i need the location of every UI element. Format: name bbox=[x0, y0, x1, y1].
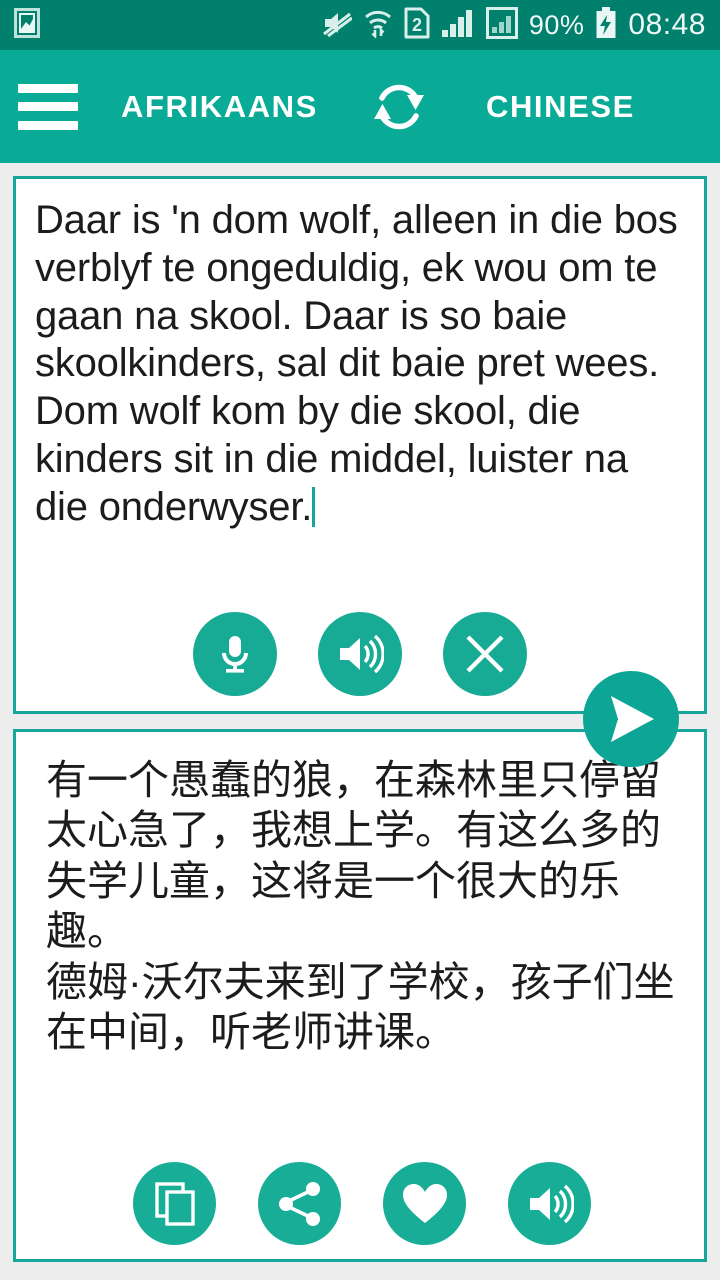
battery-percent: 90% bbox=[528, 9, 585, 40]
clear-source-button[interactable] bbox=[443, 612, 527, 696]
sim-label: 2 bbox=[412, 15, 422, 35]
hamburger-menu-icon[interactable] bbox=[18, 83, 78, 130]
source-text-value: Daar is 'n dom wolf, alleen in die bos v… bbox=[35, 198, 678, 529]
signal-bars-icon bbox=[441, 8, 475, 43]
hamburger-bar-3 bbox=[18, 120, 78, 130]
charging-bolt-icon bbox=[595, 6, 617, 44]
sim2-icon: 2 bbox=[404, 7, 430, 44]
share-button[interactable] bbox=[258, 1162, 341, 1245]
text-caret bbox=[312, 486, 316, 527]
status-bar-right-icons: 2 90% 08:48 bbox=[322, 6, 706, 44]
screenshot-image-icon bbox=[14, 7, 40, 43]
source-action-row bbox=[193, 612, 527, 696]
source-language-selector[interactable]: AFRIKAANS bbox=[121, 89, 318, 125]
speak-target-button[interactable] bbox=[508, 1162, 591, 1245]
app-bar: AFRIKAANS CHINESE bbox=[0, 50, 720, 163]
speak-source-button[interactable] bbox=[318, 612, 402, 696]
hamburger-bar-1 bbox=[18, 83, 78, 93]
favorite-button[interactable] bbox=[383, 1162, 466, 1245]
status-bar: 2 90% 08:48 bbox=[0, 0, 720, 50]
status-bar-left-icons bbox=[14, 7, 40, 43]
target-language-selector[interactable]: CHINESE bbox=[486, 89, 635, 125]
target-action-row bbox=[133, 1162, 591, 1245]
copy-button[interactable] bbox=[133, 1162, 216, 1245]
status-bar-clock: 08:48 bbox=[628, 8, 706, 41]
signal-bars-2-icon bbox=[485, 6, 518, 44]
mute-icon bbox=[322, 9, 353, 42]
source-text-input[interactable]: Daar is 'n dom wolf, alleen in die bos v… bbox=[35, 197, 690, 532]
microphone-button[interactable] bbox=[193, 612, 277, 696]
swap-languages-icon[interactable] bbox=[362, 70, 436, 144]
wifi-icon bbox=[363, 8, 393, 43]
hamburger-bar-2 bbox=[18, 102, 78, 111]
translated-text: 有一个愚蠢的狼，在森林里只停留太心急了，我想上学。有这么多的失学儿童，这将是一个… bbox=[46, 757, 675, 1056]
send-translate-button[interactable] bbox=[583, 671, 679, 767]
